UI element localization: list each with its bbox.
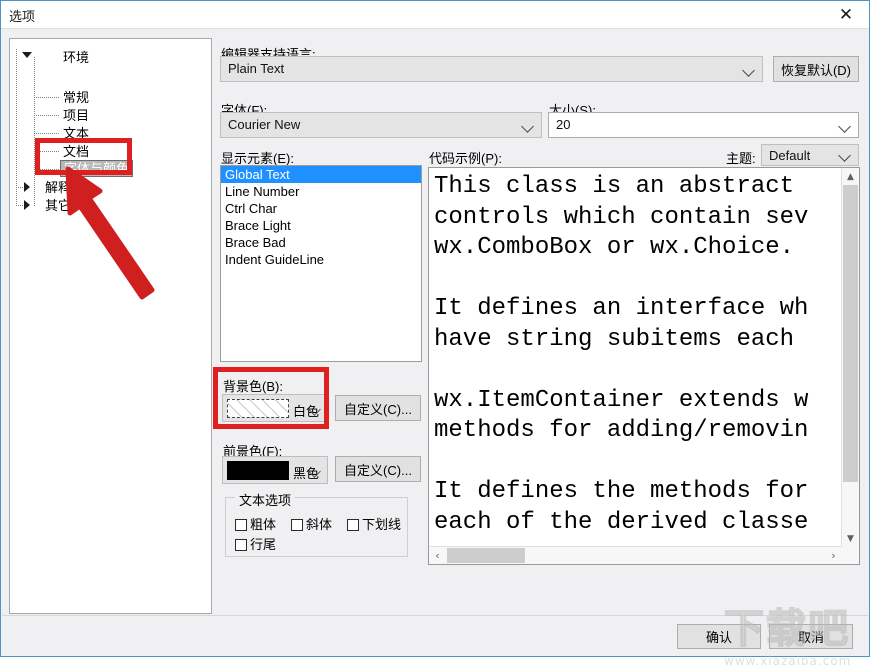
- list-item[interactable]: Indent GuideLine: [221, 251, 421, 268]
- display-elements-listbox[interactable]: Global Text Line Number Ctrl Char Brace …: [220, 165, 422, 362]
- cancel-button[interactable]: 取消: [769, 624, 853, 649]
- sidebar-item-label: 字体与颜色: [60, 160, 134, 177]
- font-select[interactable]: Courier New: [220, 112, 542, 138]
- code-sample-vertical-scrollbar[interactable]: ▲ ▼: [841, 168, 859, 547]
- font-value: Courier New: [228, 117, 301, 132]
- checkbox-bold[interactable]: 粗体: [235, 514, 276, 533]
- list-item[interactable]: Brace Light: [221, 217, 421, 234]
- size-select[interactable]: 20: [548, 112, 859, 138]
- checkbox-label: 粗体: [250, 517, 277, 532]
- sidebar-item-label: 项目: [63, 108, 90, 123]
- editor-language-value: Plain Text: [228, 61, 285, 76]
- background-color-swatch: [227, 399, 289, 418]
- sidebar-item-other[interactable]: 其它: [42, 197, 74, 214]
- sidebar-item-label: 文本: [63, 126, 90, 141]
- tree-connector-line: [34, 57, 35, 207]
- size-value: 20: [556, 117, 571, 132]
- tree-connector-line: [34, 151, 60, 152]
- sidebar-item-label: 其它: [45, 198, 72, 213]
- sidebar-item-general[interactable]: 常规: [60, 89, 92, 106]
- tree-expander-environment[interactable]: [22, 52, 32, 58]
- checkbox-icon: [235, 539, 247, 551]
- chevron-down-icon: [838, 120, 851, 133]
- ok-button[interactable]: 确认: [677, 624, 761, 649]
- vertical-scroll-thumb[interactable]: [843, 185, 858, 482]
- code-sample-text: This class is an abstract controls which…: [434, 173, 809, 536]
- chevron-down-icon: [838, 149, 851, 162]
- theme-select[interactable]: Default: [761, 144, 859, 166]
- watermark-site: www.xiazaiba.com: [724, 654, 852, 668]
- background-color-select[interactable]: 白色: [222, 394, 328, 422]
- text-options-title: 文本选项: [235, 490, 296, 509]
- checkbox-label: 下划线: [362, 517, 402, 532]
- checkbox-underline[interactable]: 下划线: [347, 514, 401, 533]
- chevron-down-icon: [521, 120, 534, 133]
- sidebar-item-environment[interactable]: 环境: [60, 49, 92, 66]
- tree-connector-line: [34, 115, 60, 116]
- scroll-down-icon[interactable]: ▼: [842, 530, 859, 547]
- scroll-left-icon[interactable]: ‹: [429, 547, 446, 564]
- code-sample-horizontal-scrollbar[interactable]: ‹ ›: [429, 546, 842, 564]
- foreground-customize-button[interactable]: 自定义(C)...: [335, 456, 421, 482]
- list-item[interactable]: Brace Bad: [221, 234, 421, 251]
- foreground-color-select[interactable]: 黑色: [222, 456, 328, 484]
- code-sample-preview[interactable]: This class is an abstract controls which…: [428, 167, 860, 565]
- restore-default-button[interactable]: 恢复默认(D): [773, 56, 859, 82]
- theme-value: Default: [769, 148, 811, 163]
- sidebar-item-label: 解释器: [45, 180, 85, 195]
- background-color-label: 背景色(B):: [223, 379, 283, 394]
- tree-expander-other[interactable]: [24, 200, 30, 210]
- sidebar-item-text[interactable]: 文本: [60, 125, 92, 142]
- checkbox-label: 行尾: [250, 537, 277, 552]
- title-bar: 选项 ✕: [1, 1, 869, 29]
- settings-tree-panel[interactable]: 环境 常规 项目 文本 文档 字体与颜色 解释器 其它: [9, 38, 212, 614]
- footer-divider: [2, 615, 868, 616]
- list-item[interactable]: Ctrl Char: [221, 200, 421, 217]
- foreground-color-swatch: [227, 461, 289, 480]
- tree-connector-line: [34, 133, 60, 134]
- window-title: 选项: [9, 9, 36, 24]
- options-dialog: 选项 ✕ 环境 常规 项目 文本 文档 字体与颜色 解释器 其它 编辑器支持语言…: [0, 0, 870, 668]
- sidebar-item-label: 环境: [63, 50, 90, 65]
- tree-connector-line: [34, 97, 60, 98]
- checkbox-eol[interactable]: 行尾: [235, 534, 276, 553]
- scrollbar-corner: [842, 547, 859, 564]
- checkbox-italic[interactable]: 斜体: [291, 514, 332, 533]
- checkbox-icon: [347, 519, 359, 531]
- tree-expander-interpreter[interactable]: [24, 182, 30, 192]
- checkbox-label: 斜体: [306, 517, 333, 532]
- theme-label: 主题:: [726, 151, 756, 166]
- background-customize-button[interactable]: 自定义(C)...: [335, 395, 421, 421]
- horizontal-scroll-thumb[interactable]: [447, 548, 525, 563]
- list-item[interactable]: Global Text: [221, 166, 421, 183]
- close-icon[interactable]: ✕: [823, 1, 869, 28]
- checkbox-icon: [235, 519, 247, 531]
- scroll-up-icon[interactable]: ▲: [842, 168, 859, 185]
- code-sample-label: 代码示例(P):: [429, 151, 502, 166]
- tree-connector-line: [34, 169, 60, 170]
- checkbox-icon: [291, 519, 303, 531]
- sidebar-item-interpreter[interactable]: 解释器: [42, 179, 87, 196]
- list-item[interactable]: Line Number: [221, 183, 421, 200]
- sidebar-item-font-and-color[interactable]: 字体与颜色: [60, 160, 134, 177]
- sidebar-item-project[interactable]: 项目: [60, 107, 92, 124]
- sidebar-item-document[interactable]: 文档: [60, 143, 92, 160]
- editor-language-select[interactable]: Plain Text: [220, 56, 763, 82]
- tree-connector-line: [16, 49, 17, 207]
- scroll-right-icon[interactable]: ›: [825, 547, 842, 564]
- chevron-down-icon: [742, 64, 755, 77]
- sidebar-item-label: 常规: [63, 90, 90, 105]
- sidebar-item-label: 文档: [63, 144, 90, 159]
